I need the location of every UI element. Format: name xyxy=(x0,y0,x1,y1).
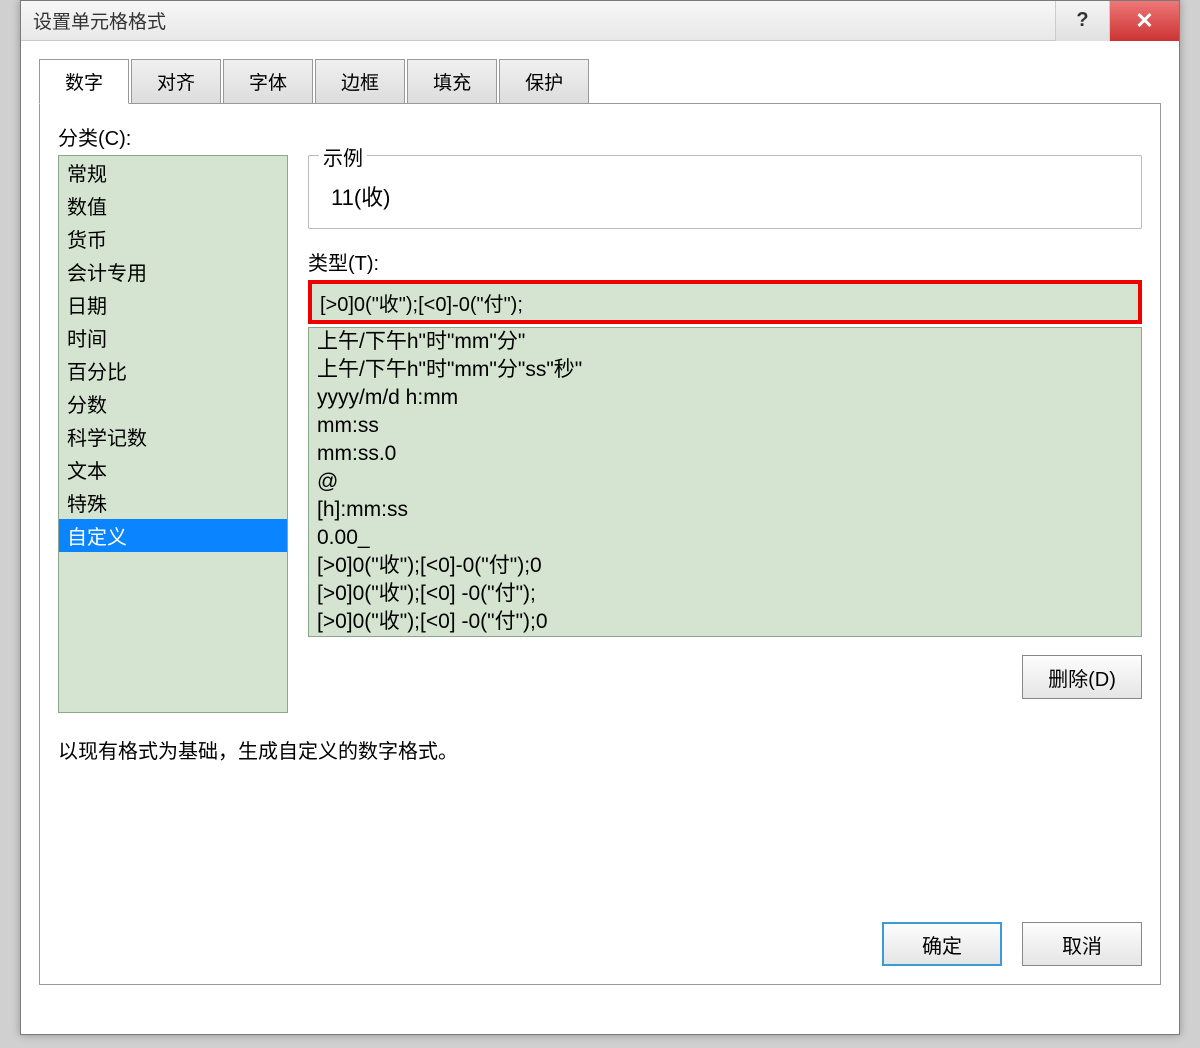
window-controls: ? ✕ xyxy=(1055,1,1179,41)
format-item[interactable]: [h]:mm:ss xyxy=(309,496,1141,524)
hint-text: 以现有格式为基础，生成自定义的数字格式。 xyxy=(58,735,1142,764)
sample-legend: 示例 xyxy=(319,142,367,171)
tab-protection[interactable]: 保护 xyxy=(499,59,589,104)
category-item-text[interactable]: 文本 xyxy=(59,453,287,486)
format-item[interactable]: 0.00_ xyxy=(309,524,1141,552)
tab-font[interactable]: 字体 xyxy=(223,59,313,104)
titlebar: 设置单元格格式 ? ✕ xyxy=(21,1,1179,41)
dialog-body: 数字 对齐 字体 边框 填充 保护 分类(C): 常规 数值 货币 会计专用 日… xyxy=(21,41,1179,1003)
type-input[interactable] xyxy=(308,280,1142,324)
delete-row: 删除(D) xyxy=(308,655,1142,699)
tab-border[interactable]: 边框 xyxy=(315,59,405,104)
format-item[interactable]: mm:ss xyxy=(309,412,1141,440)
category-item-general[interactable]: 常规 xyxy=(59,156,287,189)
tab-number[interactable]: 数字 xyxy=(39,59,129,104)
main-row: 常规 数值 货币 会计专用 日期 时间 百分比 分数 科学记数 文本 特殊 自定… xyxy=(58,155,1142,713)
dialog-window: 设置单元格格式 ? ✕ 数字 对齐 字体 边框 填充 保护 分类(C): 常规 … xyxy=(20,0,1180,1035)
format-listbox[interactable]: 上午/下午h"时"mm"分" 上午/下午h"时"mm"分"ss"秒" yyyy/… xyxy=(308,327,1142,637)
format-item[interactable]: @ xyxy=(309,468,1141,496)
dialog-footer: 确定 取消 xyxy=(882,922,1142,966)
format-item[interactable]: [>0]0("收");[<0]-0("付");0 xyxy=(309,552,1141,580)
category-item-custom[interactable]: 自定义 xyxy=(59,519,287,552)
category-item-date[interactable]: 日期 xyxy=(59,288,287,321)
category-item-scientific[interactable]: 科学记数 xyxy=(59,420,287,453)
cancel-button[interactable]: 取消 xyxy=(1022,922,1142,966)
close-icon: ✕ xyxy=(1135,8,1153,34)
category-item-special[interactable]: 特殊 xyxy=(59,486,287,519)
sample-fieldset: 示例 11(收) xyxy=(308,155,1142,229)
category-item-number[interactable]: 数值 xyxy=(59,189,287,222)
category-label: 分类(C): xyxy=(58,122,1142,151)
category-item-time[interactable]: 时间 xyxy=(59,321,287,354)
type-label: 类型(T): xyxy=(308,247,1142,276)
format-item[interactable]: [>0]0("收");[<0] -0("付"); xyxy=(309,580,1141,608)
format-item[interactable]: [>0]0("收");[<0] -0("付");0 xyxy=(309,608,1141,636)
category-item-fraction[interactable]: 分数 xyxy=(59,387,287,420)
right-column: 示例 11(收) 类型(T): 上午/下午h"时"mm"分" 上午/下午h"时"… xyxy=(308,155,1142,713)
ok-button[interactable]: 确定 xyxy=(882,922,1002,966)
format-item[interactable]: mm:ss.0 xyxy=(309,440,1141,468)
format-item[interactable]: yyyy/m/d h:mm xyxy=(309,384,1141,412)
format-item[interactable]: 上午/下午h"时"mm"分" xyxy=(309,328,1141,356)
category-item-currency[interactable]: 货币 xyxy=(59,222,287,255)
category-item-percentage[interactable]: 百分比 xyxy=(59,354,287,387)
window-title: 设置单元格格式 xyxy=(33,7,166,34)
tab-alignment[interactable]: 对齐 xyxy=(131,59,221,104)
category-item-accounting[interactable]: 会计专用 xyxy=(59,255,287,288)
format-item[interactable]: 上午/下午h"时"mm"分"ss"秒" xyxy=(309,356,1141,384)
tab-content: 分类(C): 常规 数值 货币 会计专用 日期 时间 百分比 分数 科学记数 文… xyxy=(39,103,1161,985)
help-button[interactable]: ? xyxy=(1055,1,1109,41)
sample-value: 11(收) xyxy=(325,170,1125,212)
tab-strip: 数字 对齐 字体 边框 填充 保护 xyxy=(39,59,1161,104)
tab-fill[interactable]: 填充 xyxy=(407,59,497,104)
category-listbox[interactable]: 常规 数值 货币 会计专用 日期 时间 百分比 分数 科学记数 文本 特殊 自定… xyxy=(58,155,288,713)
help-icon: ? xyxy=(1076,9,1088,32)
close-button[interactable]: ✕ xyxy=(1109,1,1179,41)
delete-button[interactable]: 删除(D) xyxy=(1022,655,1142,699)
